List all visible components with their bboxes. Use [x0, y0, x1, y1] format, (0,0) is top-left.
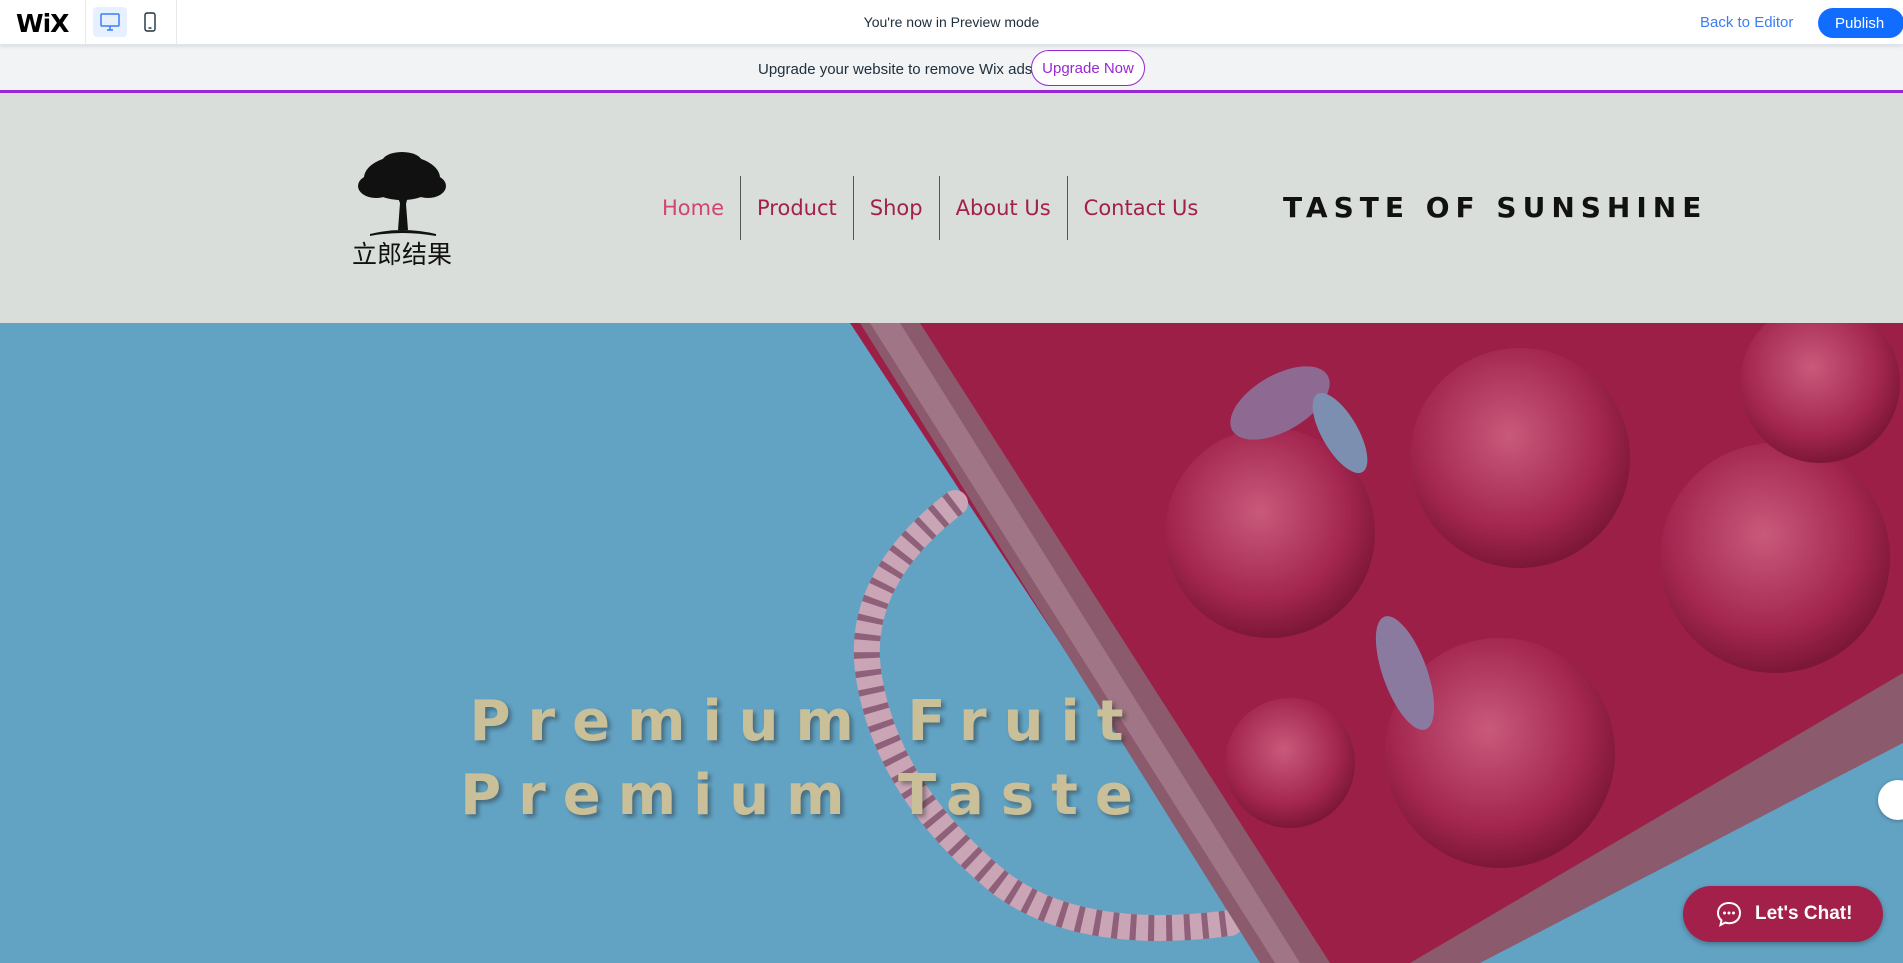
lets-chat-button[interactable]: Let's Chat! [1683, 886, 1883, 942]
hero-headline-2: Premium Taste [460, 763, 1150, 828]
logo-text: 立郎结果 [352, 240, 452, 269]
desktop-icon [100, 13, 120, 31]
mobile-view-button[interactable] [133, 7, 167, 37]
main-nav: Home Product Shop About Us Contact Us [650, 176, 1214, 240]
nav-home[interactable]: Home [650, 176, 740, 240]
nav-contact-us[interactable]: Contact Us [1066, 176, 1215, 240]
chat-bubble-icon [1716, 901, 1742, 927]
wix-logo: WiX [16, 9, 69, 38]
fruit-crate-image [850, 323, 1903, 963]
hero-section: Premium Fruit Premium Taste [0, 323, 1903, 963]
mobile-icon [144, 12, 156, 32]
upgrade-banner: Upgrade your website to remove Wix ads U… [0, 45, 1903, 93]
nav-shop[interactable]: Shop [852, 176, 939, 240]
back-to-editor-link[interactable]: Back to Editor [1700, 14, 1793, 31]
nav-product[interactable]: Product [740, 176, 853, 240]
preview-mode-text: You're now in Preview mode [863, 14, 1040, 30]
site-header: 立郎结果 Home Product Shop About Us Contact … [0, 93, 1903, 323]
nav-about-us[interactable]: About Us [938, 176, 1067, 240]
upgrade-message: Upgrade your website to remove Wix ads [758, 61, 1033, 78]
desktop-view-button[interactable] [93, 7, 127, 37]
publish-button[interactable]: Publish [1818, 8, 1903, 38]
hero-headline-1: Premium Fruit [469, 689, 1141, 754]
device-switcher [85, 0, 177, 45]
site-tagline: TASTE OF SUNSHINE [1283, 191, 1708, 224]
tree-logo[interactable]: 立郎结果 [340, 148, 465, 273]
wix-preview-bar: WiX You're now in Preview mode Back to E… [0, 0, 1903, 45]
chat-label: Let's Chat! [1755, 903, 1853, 924]
upgrade-now-button[interactable]: Upgrade Now [1031, 50, 1145, 86]
